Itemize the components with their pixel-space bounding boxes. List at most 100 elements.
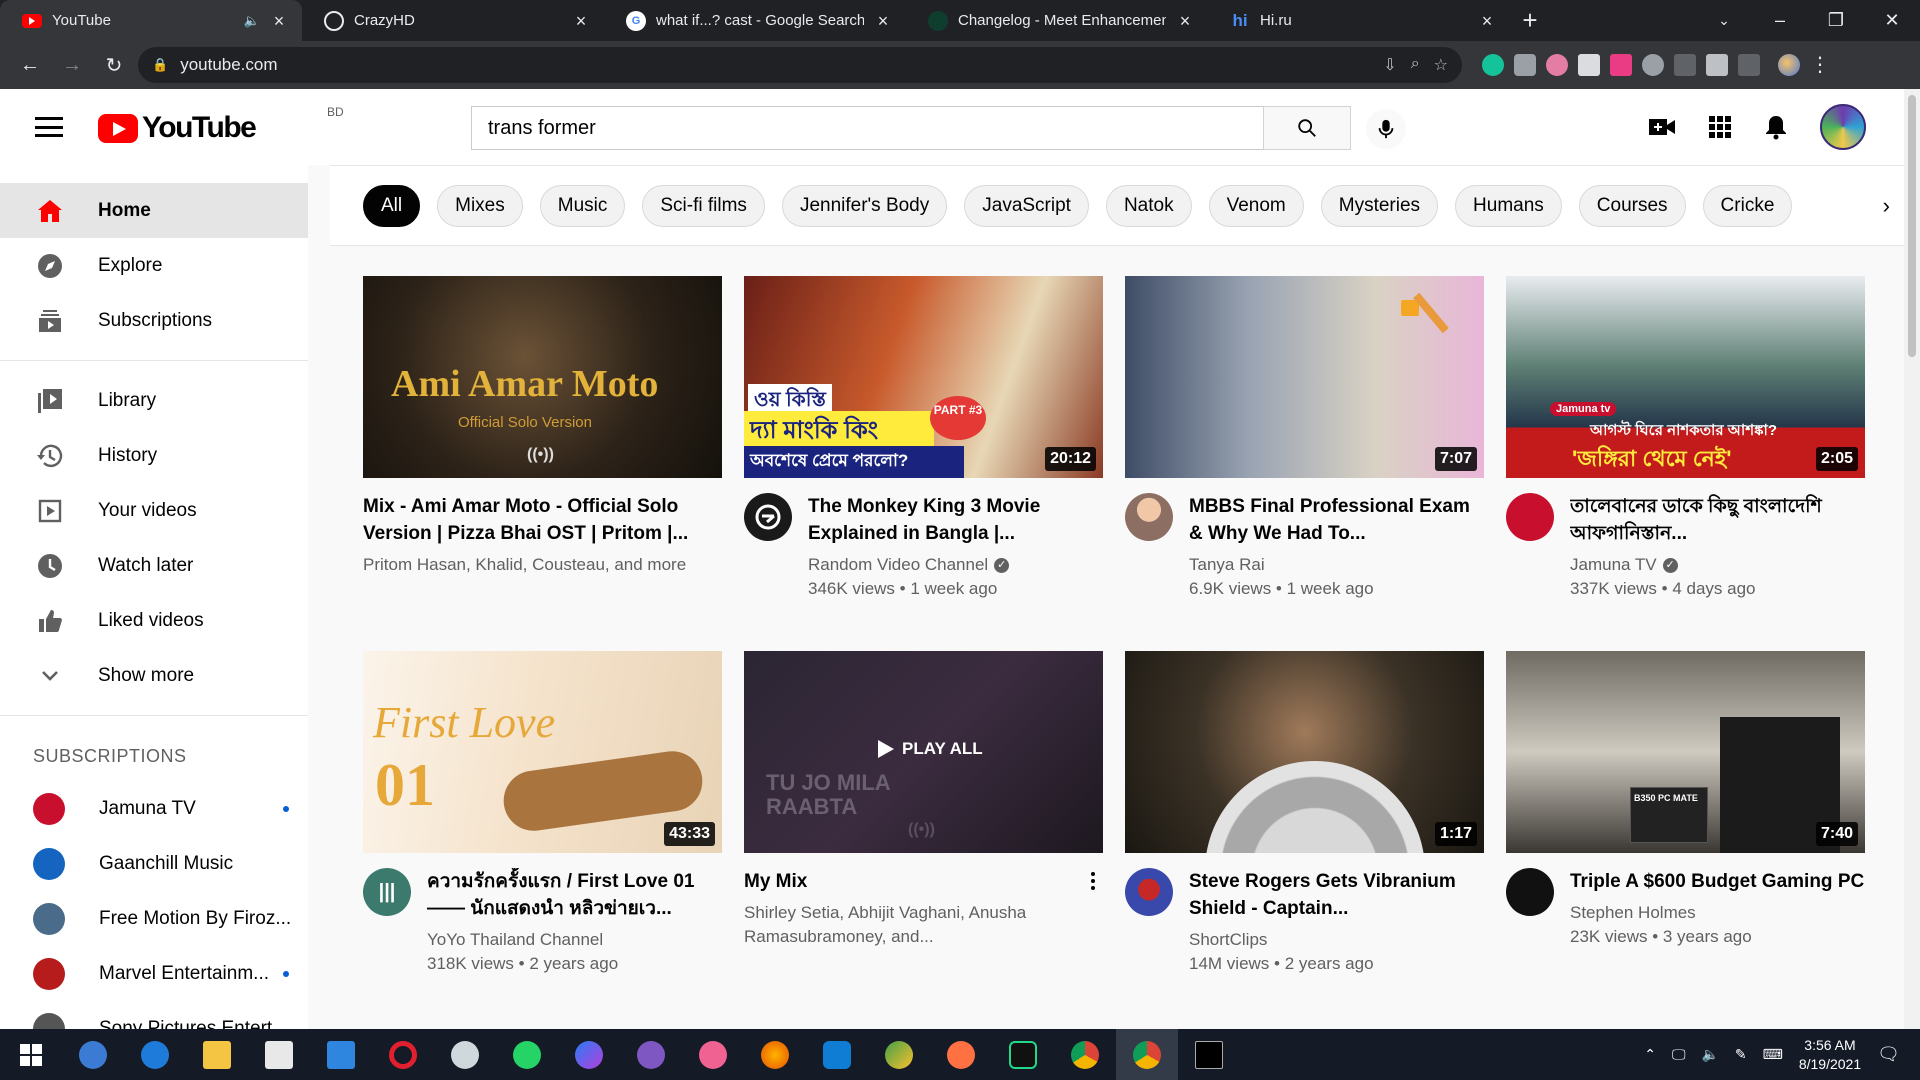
firefox-icon[interactable] [744,1029,806,1080]
minimize-button[interactable]: – [1752,10,1808,31]
video-card[interactable]: ওয় কিস্তি দ্যা মাংকি কিং PART #3 অবশেষে… [744,276,1103,601]
voice-search-button[interactable] [1366,109,1406,149]
video-title[interactable]: তালেবানের ডাকে কিছু বাংলাদেশি আফগানিস্তা… [1570,493,1865,547]
video-title[interactable]: The Monkey King 3 Movie Explained in Ban… [808,493,1103,547]
volume-icon[interactable]: 🔈 [1701,1046,1718,1063]
tab-crazyhd[interactable]: CrazyHD × [302,0,604,41]
apps-grid-icon[interactable] [1708,115,1732,139]
sidebar-item-your-videos[interactable]: Your videos [0,483,308,538]
bookmark-star-icon[interactable]: ☆ [1434,55,1448,75]
subscription-free-motion[interactable]: Free Motion By Firoz... [0,891,308,946]
subscription-sony-pictures[interactable]: Sony Pictures Entert... [0,1001,308,1029]
sidebar-item-liked-videos[interactable]: Liked videos [0,593,308,648]
new-tab-button[interactable]: + [1510,0,1550,41]
channel-name[interactable]: YoYo Thailand Channel [427,928,722,952]
video-thumbnail[interactable]: First Love 01 43:33 [363,651,722,853]
search-input[interactable] [471,106,1263,150]
sidebar-item-show-more[interactable]: Show more [0,648,308,703]
chip-mixes[interactable]: Mixes [437,184,523,227]
video-thumbnail[interactable]: B350 PC MATE 7:40 [1506,651,1865,853]
create-video-icon[interactable] [1648,116,1676,138]
lock-icon[interactable]: 🔒 [152,57,168,73]
grammarly-icon[interactable] [1482,54,1504,76]
video-card[interactable]: TU JO MILA RAABTA PLAY ALL ((•)) My Mix … [744,651,1103,976]
scrollbar-thumb[interactable] [1908,95,1916,357]
channel-avatar[interactable] [1506,868,1554,916]
channel-name[interactable]: Shirley Setia, Abhijit Vaghani, Anusha R… [744,901,1067,949]
pen-icon[interactable]: ✎ [1735,1046,1747,1063]
chrome-icon[interactable] [1054,1029,1116,1080]
video-title[interactable]: Triple A $600 Budget Gaming PC [1570,868,1865,895]
terminal-icon[interactable] [1178,1029,1240,1080]
sidebar-item-history[interactable]: History [0,428,308,483]
chip-mysteries[interactable]: Mysteries [1320,184,1439,227]
download-extension-icon[interactable] [1642,54,1664,76]
tab-search-icon[interactable]: ⌄ [1696,12,1752,29]
chip-courses[interactable]: Courses [1578,184,1686,227]
more-actions-icon[interactable] [1083,868,1103,949]
tab-youtube[interactable]: YouTube 🔈 × [0,0,302,41]
channel-name[interactable]: Random Video Channel [808,553,988,577]
tab-changelog[interactable]: Changelog - Meet Enhancement × [906,0,1208,41]
chip-all[interactable]: All [363,184,421,227]
hamburger-menu-icon[interactable] [32,113,66,141]
video-card[interactable]: B350 PC MATE 7:40 Triple A $600 Budget G… [1506,651,1865,976]
channel-avatar[interactable] [1125,493,1173,541]
messenger-icon[interactable] [558,1029,620,1080]
sidebar-item-home[interactable]: Home [0,183,308,238]
video-thumbnail[interactable]: Ami Amar Moto Official Solo Version ((•)… [363,276,722,478]
pen-tool-icon[interactable] [930,1029,992,1080]
vscode-icon[interactable] [806,1029,868,1080]
file-explorer-icon[interactable] [186,1029,248,1080]
video-card[interactable]: Ami Amar Moto Official Solo Version ((•)… [363,276,722,601]
channel-name[interactable]: Tanya Rai [1189,553,1484,577]
qbittorrent-icon[interactable] [62,1029,124,1080]
extension-icon-7[interactable] [1674,54,1696,76]
video-card[interactable]: 7:07 MBBS Final Professional Exam & Why … [1125,276,1484,601]
chip-music[interactable]: Music [539,184,626,227]
sidebar-item-explore[interactable]: Explore [0,238,308,293]
network-icon[interactable]: 🖵 [1672,1046,1686,1063]
photos-icon[interactable] [868,1029,930,1080]
paint-icon[interactable] [682,1029,744,1080]
chrome-profile-avatar[interactable] [1778,54,1800,76]
tab-google-search[interactable]: G what if...? cast - Google Search × [604,0,906,41]
video-title[interactable]: My Mix [744,868,1067,895]
video-thumbnail[interactable]: TU JO MILA RAABTA PLAY ALL ((•)) [744,651,1103,853]
channel-name[interactable]: Jamuna TV [1570,553,1657,577]
video-card[interactable]: Jamuna tv আগস্ট ঘিরে নাশকতার আশঙ্কা? 'জঙ… [1506,276,1865,601]
channel-avatar[interactable] [744,493,792,541]
chip-venom[interactable]: Venom [1208,184,1304,227]
extension-play-icon[interactable] [1610,54,1632,76]
chip-javascript[interactable]: JavaScript [964,184,1089,227]
tab-hi-ru[interactable]: hi Hi.ru × [1208,0,1510,41]
puzzle-icon[interactable] [1706,54,1728,76]
chip-natok[interactable]: Natok [1105,184,1192,227]
chip-sci-fi-films[interactable]: Sci-fi films [642,184,765,227]
back-arrow-icon[interactable]: ← [12,47,48,83]
zoom-icon[interactable]: ⌕ [1411,55,1420,75]
channel-name[interactable]: ShortClips [1189,928,1484,952]
tab-close-icon[interactable]: × [572,12,590,30]
camera-extension-icon[interactable] [1514,54,1536,76]
chip-jennifers-body[interactable]: Jennifer's Body [781,184,948,227]
pycharm-icon[interactable] [992,1029,1054,1080]
github-icon[interactable] [620,1029,682,1080]
video-title[interactable]: Steve Rogers Gets Vibranium Shield - Cap… [1189,868,1484,922]
youtube-logo[interactable]: YouTube BD [98,105,344,145]
video-card[interactable]: First Love 01 43:33 ||| ความรักครั้งแรก … [363,651,722,976]
reading-list-icon[interactable] [1738,54,1760,76]
channel-avatar[interactable]: ||| [363,868,411,916]
notifications-icon[interactable]: 🗨 [1877,1044,1900,1065]
subscription-gaanchill-music[interactable]: Gaanchill Music [0,836,308,891]
video-thumbnail[interactable]: ওয় কিস্তি দ্যা মাংকি কিং PART #3 অবশেষে… [744,276,1103,478]
tab-close-icon[interactable]: × [1176,12,1194,30]
chrome-menu-icon[interactable]: ⋮ [1810,54,1830,76]
search-button[interactable] [1263,106,1351,150]
notifications-bell-icon[interactable] [1764,114,1788,140]
account-avatar[interactable] [1820,104,1866,150]
store-icon[interactable] [248,1029,310,1080]
video-title[interactable]: ความรักครั้งแรก / First Love 01 —— นักแส… [427,868,722,922]
page-scrollbar[interactable] [1904,89,1920,1029]
opera-icon[interactable] [372,1029,434,1080]
